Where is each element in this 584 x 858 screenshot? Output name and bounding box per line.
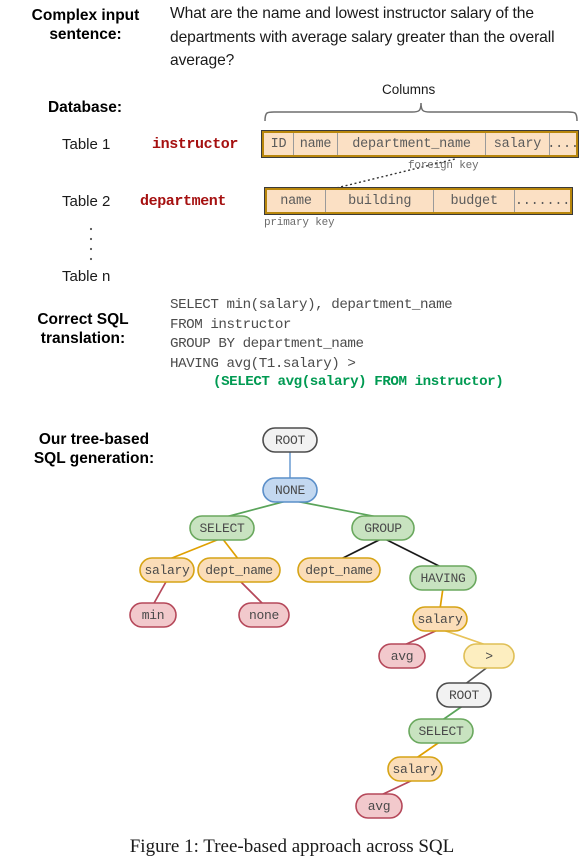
tree-node-label: salary — [392, 762, 438, 777]
tree-node-label: salary — [417, 612, 463, 627]
tree-node-label: avg — [368, 799, 391, 814]
tree-node-label: SELECT — [418, 724, 464, 739]
tree-edge — [166, 537, 223, 561]
tree-node[interactable]: NONE — [262, 477, 318, 503]
tree-edge — [439, 587, 444, 610]
tree-node[interactable]: none — [238, 602, 290, 628]
tree-node-label: HAVING — [420, 571, 465, 586]
tree-edge — [382, 537, 444, 569]
tree-node-label: SELECT — [199, 521, 245, 536]
tree-node[interactable]: ROOT — [262, 427, 318, 453]
tree-edge — [152, 579, 168, 606]
tree-edge — [238, 579, 265, 606]
tree-node[interactable]: GROUP — [351, 515, 415, 541]
tree-node[interactable]: min — [129, 602, 177, 628]
tree-node-label: > — [485, 649, 493, 664]
tree-node[interactable]: avg — [355, 793, 403, 819]
tree-node-label: salary — [144, 563, 190, 578]
tree-node[interactable]: HAVING — [409, 565, 477, 591]
figure-caption: Figure 1: Tree-based approach across SQL — [129, 836, 455, 857]
tree-node-label: avg — [391, 649, 414, 664]
tree-node-label: GROUP — [364, 521, 402, 536]
tree-edge — [463, 665, 490, 686]
tree-node-label: ROOT — [449, 688, 480, 703]
tree-node-label: min — [142, 608, 165, 623]
tree-edge — [338, 537, 384, 561]
tree-node-label: NONE — [275, 483, 306, 498]
tree-node-label: none — [249, 608, 279, 623]
tree-node-label: dept_name — [305, 563, 373, 578]
tree-node[interactable]: SELECT — [408, 718, 474, 744]
tree-edge — [221, 537, 240, 561]
tree-node[interactable]: > — [463, 643, 515, 669]
tree-node-label: ROOT — [275, 433, 306, 448]
tree-node[interactable]: avg — [378, 643, 426, 669]
tree-node-label: dept_name — [205, 563, 273, 578]
sql-generation-tree: ROOT NONE SELECT GROUP salary dept_name dept_n… — [129, 427, 515, 819]
tree-node[interactable]: salary — [387, 756, 443, 782]
tree-node[interactable]: dept_name — [297, 557, 381, 583]
tree-node[interactable]: ROOT — [436, 682, 492, 708]
tree-node[interactable]: salary — [139, 557, 195, 583]
tree-node[interactable]: dept_name — [197, 557, 281, 583]
tree-node[interactable]: SELECT — [189, 515, 255, 541]
tree-node[interactable]: salary — [412, 606, 468, 632]
